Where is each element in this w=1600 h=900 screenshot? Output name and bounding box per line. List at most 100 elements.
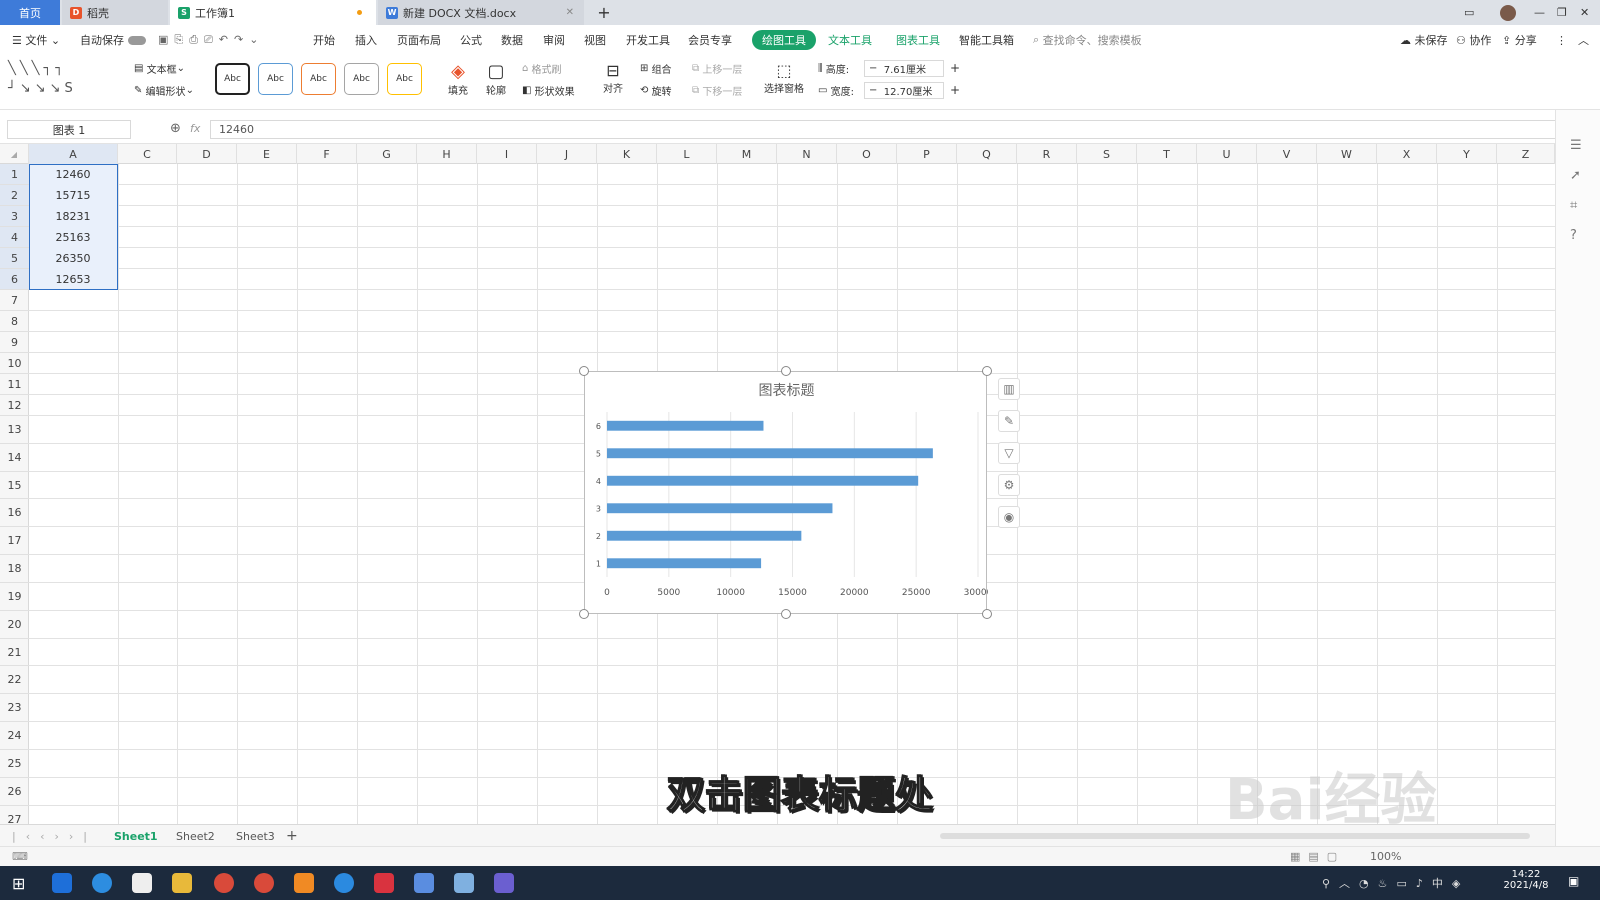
resize-handle-tr[interactable] — [982, 366, 992, 376]
tab-workbook[interactable]: S 工作簿1 — [170, 0, 376, 25]
column-header-Z[interactable]: Z — [1497, 144, 1555, 164]
row-header-14[interactable]: 14 — [0, 444, 29, 472]
row-header-3[interactable]: 3 — [0, 206, 29, 227]
settings-slider-icon[interactable]: ☰ — [1570, 138, 1582, 153]
tab-daoke[interactable]: D 稻壳 — [62, 0, 168, 25]
taskbar-explorer-icon[interactable] — [172, 873, 192, 893]
formula-input[interactable]: 12460 — [210, 120, 1562, 139]
menu-item-layout[interactable]: 页面布局 — [397, 25, 441, 55]
column-header-Q[interactable]: Q — [957, 144, 1017, 164]
shape-style-4[interactable]: Abc — [344, 63, 379, 95]
row-header-5[interactable]: 5 — [0, 248, 29, 269]
row-header-13[interactable]: 13 — [0, 416, 29, 444]
row-header-22[interactable]: 22 — [0, 666, 29, 694]
window-close-icon[interactable]: ✕ — [1580, 0, 1589, 25]
bar-6[interactable] — [607, 420, 764, 431]
sheet-tab-2[interactable]: Sheet2 — [176, 825, 215, 847]
sheet-tab-3[interactable]: Sheet3 — [236, 825, 275, 847]
taskbar-browser-icon[interactable] — [334, 873, 354, 893]
tab-smart-toolbox[interactable]: 智能工具箱 — [959, 25, 1014, 55]
width-input[interactable]: − 12.70厘米 — [864, 82, 944, 99]
shape-style-5[interactable]: Abc — [387, 63, 422, 95]
tab-docx[interactable]: W 新建 DOCX 文档.docx ✕ — [378, 0, 584, 25]
quick-access-icons[interactable]: ▣⎘⎙⎚↶↷⌄ — [158, 25, 264, 55]
column-header-H[interactable]: H — [417, 144, 477, 164]
bar-chart[interactable]: 图表标题 05000100001500020000250003000012345… — [584, 371, 988, 614]
chart-settings-gear-icon[interactable]: ⚙ — [998, 474, 1020, 496]
taskbar-notepad-icon[interactable] — [454, 873, 474, 893]
taskbar-wps-icon[interactable] — [374, 873, 394, 893]
menu-item-data[interactable]: 数据 — [501, 25, 523, 55]
bring-forward-button[interactable]: ⧉ 上移一层 — [692, 61, 742, 76]
row-header-15[interactable]: 15 — [0, 472, 29, 499]
column-header-X[interactable]: X — [1377, 144, 1437, 164]
menu-item-view[interactable]: 视图 — [584, 25, 606, 55]
row-header-16[interactable]: 16 — [0, 499, 29, 527]
rotate-button[interactable]: ⟲ 旋转 — [640, 83, 672, 98]
height-plus-button[interactable]: + — [950, 61, 960, 75]
column-header-N[interactable]: N — [777, 144, 837, 164]
sheet-tab-1[interactable]: Sheet1 — [114, 825, 158, 847]
column-header-V[interactable]: V — [1257, 144, 1317, 164]
width-minus-button[interactable]: − — [869, 85, 884, 96]
tab-home[interactable]: 首页 — [0, 0, 60, 25]
notification-icon[interactable]: ▣ — [1568, 874, 1579, 888]
height-input[interactable]: − 7.61厘米 — [864, 60, 944, 77]
column-header-Y[interactable]: Y — [1437, 144, 1497, 164]
taskbar-app-orange-icon[interactable] — [294, 873, 314, 893]
column-header-W[interactable]: W — [1317, 144, 1377, 164]
collapse-ribbon-icon[interactable]: ︿ — [1578, 25, 1589, 55]
textbox-button[interactable]: ▤ 文本框 ⌄ — [134, 61, 185, 76]
column-header-D[interactable]: D — [177, 144, 237, 164]
bar-4[interactable] — [607, 475, 919, 486]
column-header-A[interactable]: A — [29, 144, 118, 164]
row-header-10[interactable]: 10 — [0, 353, 29, 374]
column-header-P[interactable]: P — [897, 144, 957, 164]
select-all-corner[interactable]: ◢ — [0, 144, 29, 164]
tab-drawing-tools[interactable]: 绘图工具 — [752, 25, 816, 55]
row-header-6[interactable]: 6 — [0, 269, 29, 290]
tablet-mode-icon[interactable]: ▭ — [1464, 0, 1484, 25]
resize-handle-br[interactable] — [982, 609, 992, 619]
menu-item-devtools[interactable]: 开发工具 — [626, 25, 670, 55]
column-header-R[interactable]: R — [1017, 144, 1077, 164]
taskbar-chrome2-icon[interactable] — [254, 873, 274, 893]
shape-style-3[interactable]: Abc — [301, 63, 336, 95]
sheet-nav-arrows-icon[interactable]: |‹‹››| — [12, 825, 97, 847]
add-sheet-plus-icon[interactable]: + — [286, 825, 298, 847]
height-minus-button[interactable]: − — [869, 63, 884, 74]
column-header-C[interactable]: C — [118, 144, 177, 164]
command-search[interactable]: ⌕ 查找命令、搜索模板 — [1033, 25, 1142, 55]
format-brush-button[interactable]: ⌂ 格式刷 — [522, 61, 562, 76]
macro-icon[interactable]: ⌨ — [12, 850, 28, 863]
collab-button[interactable]: ⚇ 协作 — [1456, 25, 1491, 55]
column-header-O[interactable]: O — [837, 144, 897, 164]
menu-item-formula[interactable]: 公式 — [460, 25, 482, 55]
row-header-19[interactable]: 19 — [0, 583, 29, 611]
autosave-toggle[interactable]: 自动保存 — [80, 25, 146, 55]
row-header-17[interactable]: 17 — [0, 527, 29, 555]
tab-chart-tools[interactable]: 图表工具 — [896, 25, 940, 55]
send-backward-button[interactable]: ⧉ 下移一层 — [692, 83, 742, 98]
resize-handle-bl[interactable] — [579, 609, 589, 619]
view-mode-icons[interactable]: ▦▤▢ — [1290, 850, 1345, 863]
shape-effect-button[interactable]: ◧ 形状效果 — [522, 83, 575, 98]
cursor-icon[interactable]: ➚ — [1570, 168, 1581, 183]
tab-text-tools[interactable]: 文本工具 — [828, 25, 872, 55]
column-header-S[interactable]: S — [1077, 144, 1137, 164]
clock[interactable]: 14:22 2021/4/8 — [1496, 869, 1556, 891]
column-header-I[interactable]: I — [477, 144, 537, 164]
taskbar-chrome-icon[interactable] — [214, 873, 234, 893]
taskbar-photos-icon[interactable] — [414, 873, 434, 893]
row-header-2[interactable]: 2 — [0, 185, 29, 206]
line-shapes-gallery[interactable]: ╲╲╲┐┐ ┘↘↘↘S — [8, 59, 123, 99]
taskbar-app-1-icon[interactable] — [52, 873, 72, 893]
bar-5[interactable] — [607, 448, 933, 459]
column-header-E[interactable]: E — [237, 144, 297, 164]
edit-shape-button[interactable]: ✎ 编辑形状 ⌄ — [134, 83, 194, 98]
taskbar-media-icon[interactable] — [494, 873, 514, 893]
row-header-21[interactable]: 21 — [0, 639, 29, 666]
align-button[interactable]: ⊟ 对齐 — [603, 61, 623, 95]
menu-item-insert[interactable]: 插入 — [355, 25, 377, 55]
row-header-24[interactable]: 24 — [0, 722, 29, 750]
